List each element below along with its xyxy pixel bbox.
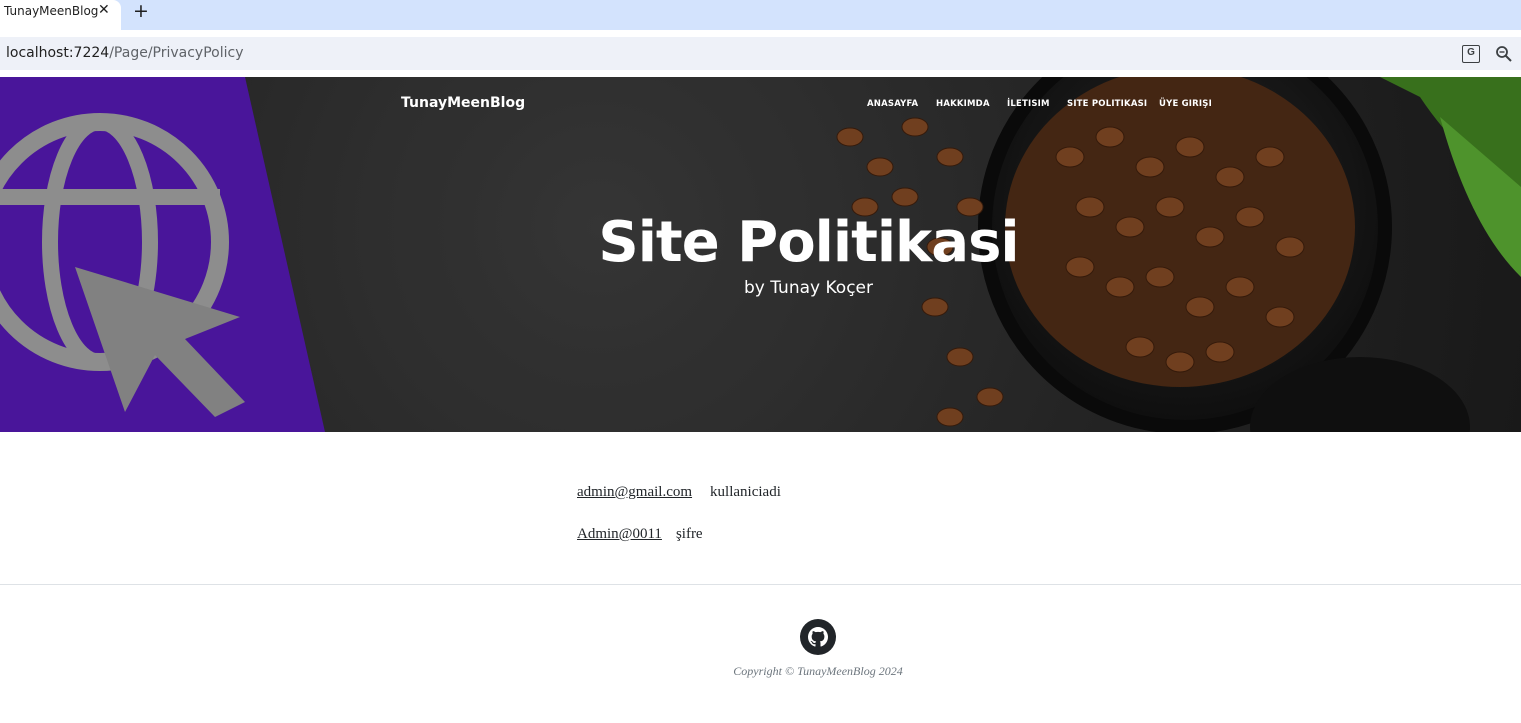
translate-icon[interactable]: G [1462,45,1480,63]
nav-item-iletisim[interactable]: İLETISIM [1007,99,1067,109]
content-value: kullaniciadi [710,484,781,500]
nav-item-hakkimda[interactable]: HAKKIMDA [936,99,1007,109]
new-tab-button[interactable]: + [133,0,149,22]
browser-tab[interactable]: TunayMeenBlog ✕ [0,0,121,30]
content-row: admin@gmail.com kullaniciadi [577,484,781,501]
page-subtitle: by Tunay Koçer [744,278,873,298]
password-link[interactable]: Admin@0011 [577,526,662,542]
omnibox[interactable]: localhost:7224/Page/PrivacyPolicy G [0,37,1521,70]
main-nav: ANASAYFA HAKKIMDA İLETISIM SITE POLITIKA… [867,99,1219,109]
masthead: TunayMeenBlog ANASAYFA HAKKIMDA İLETISIM… [0,77,1521,432]
url-path: /Page/PrivacyPolicy [109,45,244,61]
zoom-icon[interactable] [1495,45,1513,63]
nav-item-uye-girisi[interactable]: ÜYE GIRIŞI [1159,99,1219,109]
url-domain: localhost:7224 [6,45,110,61]
nav-item-site-politikasi[interactable]: SITE POLITIKASI [1067,99,1159,109]
copyright-text: Copyright © TunayMeenBlog 2024 [733,664,903,678]
tab-title: TunayMeenBlog [4,4,99,18]
content-row: Admin@0011 şifre [577,526,703,543]
email-link[interactable]: admin@gmail.com [577,484,692,500]
footer-divider [0,584,1521,585]
github-icon[interactable] [800,619,836,655]
github-glyph [808,627,828,647]
brand-logo[interactable]: TunayMeenBlog [401,95,525,111]
address-bar: localhost:7224/Page/PrivacyPolicy G [0,30,1521,77]
url-text[interactable]: localhost:7224/Page/PrivacyPolicy [6,45,244,61]
close-tab-icon[interactable]: ✕ [98,2,110,18]
content-value: şifre [675,526,703,542]
page-title: Site Politikasi [598,210,1019,275]
browser-tab-strip: TunayMeenBlog ✕ + [0,0,1521,30]
nav-item-anasayfa[interactable]: ANASAYFA [867,99,936,109]
